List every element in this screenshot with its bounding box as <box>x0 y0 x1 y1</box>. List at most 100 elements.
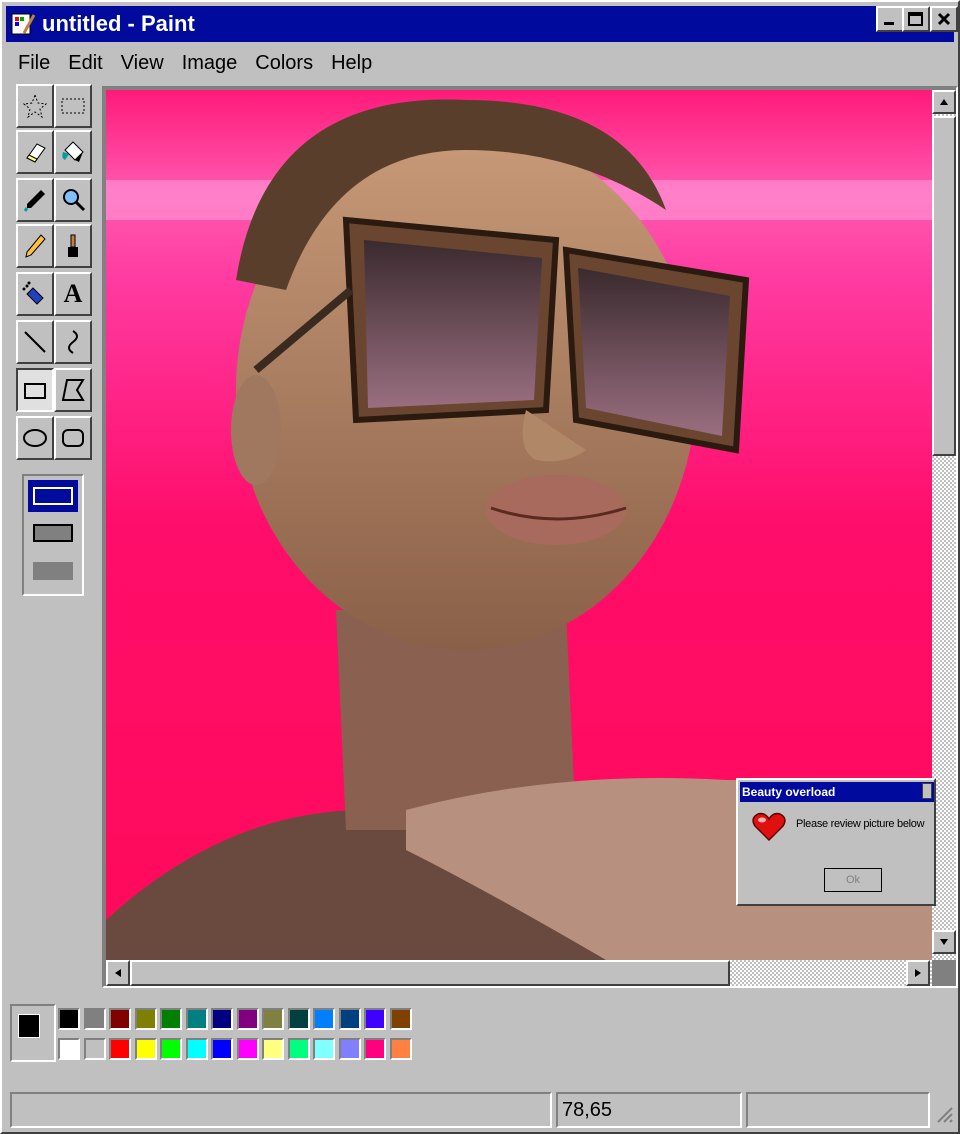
tool-select[interactable] <box>54 84 92 128</box>
title-bar[interactable]: untitled - Paint <box>6 6 954 42</box>
menu-edit[interactable]: Edit <box>68 52 102 75</box>
menu-file[interactable]: File <box>18 52 50 75</box>
color-swatch[interactable] <box>134 1008 157 1030</box>
tool-eraser[interactable] <box>16 130 54 174</box>
color-swatch[interactable] <box>185 1008 208 1030</box>
color-swatch[interactable] <box>160 1008 182 1030</box>
polygon-icon <box>61 379 85 401</box>
dialog-title: Beauty overload <box>740 782 934 802</box>
minimize-button[interactable] <box>876 6 904 32</box>
eraser-icon <box>26 143 46 163</box>
horizontal-scroll-thumb[interactable] <box>130 960 730 986</box>
maximize-icon <box>908 12 923 26</box>
current-colors[interactable] <box>10 1004 56 1062</box>
color-swatch[interactable] <box>236 1008 259 1030</box>
fill-option-filled[interactable] <box>33 562 73 580</box>
menu-colors[interactable]: Colors <box>255 52 313 75</box>
tool-text[interactable]: A <box>54 272 92 316</box>
pencil-icon <box>25 234 46 258</box>
arrow-down-icon <box>940 939 948 945</box>
resize-grip-icon[interactable] <box>934 1104 954 1124</box>
tool-fill[interactable] <box>54 130 92 174</box>
color-swatch[interactable] <box>134 1038 157 1060</box>
scroll-down-button[interactable] <box>932 930 956 954</box>
color-swatch[interactable] <box>211 1008 233 1030</box>
color-swatch[interactable] <box>185 1038 208 1060</box>
beauty-overload-dialog: Beauty overload Please review picture be… <box>736 778 936 906</box>
paint-bucket-icon <box>62 141 84 162</box>
color-swatch[interactable] <box>109 1008 131 1030</box>
tool-polygon[interactable] <box>54 368 92 412</box>
tool-ellipse[interactable] <box>16 416 54 460</box>
dialog-message: Please review picture below <box>796 818 925 830</box>
menu-image[interactable]: Image <box>182 52 238 75</box>
status-size <box>746 1092 930 1128</box>
color-swatch[interactable] <box>109 1038 131 1060</box>
horizontal-scrollbar[interactable] <box>106 960 932 986</box>
color-palette <box>10 1004 420 1070</box>
tool-rectangle[interactable] <box>16 368 54 412</box>
vertical-scroll-thumb[interactable] <box>932 116 956 456</box>
color-swatch[interactable] <box>389 1038 412 1060</box>
color-swatch[interactable] <box>389 1008 412 1030</box>
tool-curve[interactable] <box>54 320 92 364</box>
airbrush-icon <box>22 281 44 305</box>
fill-option-outline[interactable] <box>28 480 78 512</box>
color-swatch[interactable] <box>83 1008 106 1030</box>
tool-magnifier[interactable] <box>54 178 92 222</box>
color-swatch[interactable] <box>83 1038 106 1060</box>
color-swatch[interactable] <box>364 1038 386 1060</box>
tool-pick-color[interactable] <box>16 178 54 222</box>
tool-options <box>22 474 84 596</box>
rect-select-icon <box>61 98 85 114</box>
window-title: untitled - Paint <box>42 11 195 36</box>
color-swatch[interactable] <box>338 1008 361 1030</box>
menu-help[interactable]: Help <box>331 52 372 75</box>
tool-rounded-rectangle[interactable] <box>54 416 92 460</box>
color-swatch[interactable] <box>313 1008 335 1030</box>
color-swatch[interactable] <box>58 1008 80 1030</box>
color-swatch[interactable] <box>262 1038 284 1060</box>
line-icon <box>24 331 46 353</box>
status-bar: 78,65 <box>6 1088 956 1130</box>
arrow-up-icon <box>940 99 948 105</box>
close-icon <box>937 12 951 26</box>
color-swatch[interactable] <box>364 1008 386 1030</box>
magnifier-icon <box>63 189 86 212</box>
toolbox: A <box>14 82 94 467</box>
eyedropper-icon <box>23 190 45 212</box>
menu-view[interactable]: View <box>121 52 164 75</box>
tool-free-form-select[interactable] <box>16 84 54 128</box>
tool-pencil[interactable] <box>16 224 54 268</box>
paint-window: untitled - Paint File Edit View Image Co… <box>0 0 960 1134</box>
curve-icon <box>68 330 78 354</box>
scroll-right-button[interactable] <box>906 960 930 986</box>
rectangle-icon <box>24 383 46 399</box>
color-swatch[interactable] <box>313 1038 335 1060</box>
dialog-close-button[interactable] <box>922 783 932 799</box>
rounded-rect-icon <box>62 429 84 447</box>
status-help-text <box>10 1092 552 1128</box>
foreground-color <box>18 1014 40 1038</box>
dialog-ok-button[interactable]: Ok <box>824 868 882 892</box>
tool-brush[interactable] <box>54 224 92 268</box>
text-icon: A <box>63 279 83 308</box>
close-button[interactable] <box>930 6 958 32</box>
fill-option-filled-outline[interactable] <box>33 524 73 542</box>
tool-airbrush[interactable] <box>16 272 54 316</box>
color-swatch[interactable] <box>287 1008 310 1030</box>
color-swatch[interactable] <box>211 1038 233 1060</box>
color-swatch[interactable] <box>236 1038 259 1060</box>
brush-icon <box>68 234 78 257</box>
color-swatch[interactable] <box>338 1038 361 1060</box>
color-swatch[interactable] <box>287 1038 310 1060</box>
scroll-up-button[interactable] <box>932 90 956 114</box>
color-swatch[interactable] <box>58 1038 80 1060</box>
scroll-left-button[interactable] <box>106 960 130 986</box>
color-swatch[interactable] <box>262 1008 284 1030</box>
color-swatch[interactable] <box>160 1038 182 1060</box>
menu-bar: File Edit View Image Colors Help <box>6 46 378 80</box>
maximize-button[interactable] <box>902 6 930 32</box>
tool-line[interactable] <box>16 320 54 364</box>
heart-icon <box>752 812 786 842</box>
